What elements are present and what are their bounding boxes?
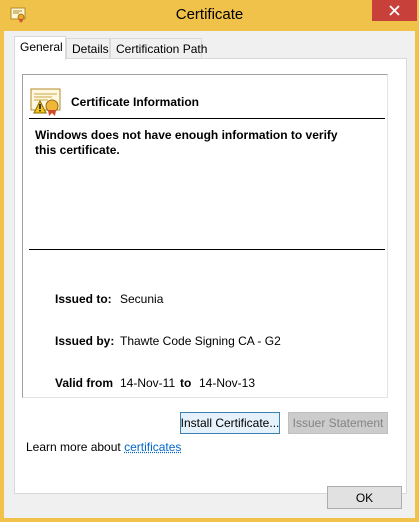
certificate-window: Certificate General Details Certificatio… (0, 0, 419, 522)
issued-by-value: Thawte Code Signing CA - G2 (120, 334, 281, 348)
issued-to-label: Issued to: (55, 292, 112, 306)
issuer-statement-button[interactable]: Issuer Statement (288, 412, 388, 434)
valid-from-label: Valid from (55, 376, 114, 390)
close-button[interactable] (372, 0, 417, 21)
close-icon (389, 5, 400, 16)
tab-label: Details (72, 42, 109, 56)
valid-to-value: 14-Nov-13 (199, 376, 256, 390)
tab-details[interactable]: Details (66, 38, 110, 58)
learn-more-prefix: Learn more about (26, 440, 125, 454)
ok-button[interactable]: OK (327, 486, 402, 509)
window-title: Certificate (175, 6, 244, 23)
tab-label: General (20, 40, 63, 54)
learn-more-text: Learn more about certificates (26, 440, 181, 454)
issued-by-label: Issued by: (55, 334, 115, 348)
tab-label: Certification Path (116, 42, 208, 56)
dialog-client: General Details Certification Path Certi… (4, 31, 415, 518)
tab-certification-path[interactable]: Certification Path (110, 38, 207, 58)
info-heading: Certificate Information (71, 95, 200, 109)
divider (29, 118, 385, 119)
install-certificate-button[interactable]: Install Certificate... (180, 412, 280, 434)
certificate-warning-icon (30, 88, 61, 116)
certificates-link[interactable]: certificates (124, 440, 181, 454)
verification-warning: Windows does not have enough information… (35, 128, 338, 157)
divider (29, 249, 385, 250)
valid-from-value: 14-Nov-11 (120, 376, 176, 390)
valid-to-label: to (180, 376, 192, 390)
tab-general[interactable]: General (14, 36, 66, 60)
certificate-info-box: Certificate Information Windows does not… (22, 74, 388, 398)
issued-to-value: Secunia (120, 292, 164, 306)
title-bar[interactable]: Certificate (0, 0, 419, 31)
